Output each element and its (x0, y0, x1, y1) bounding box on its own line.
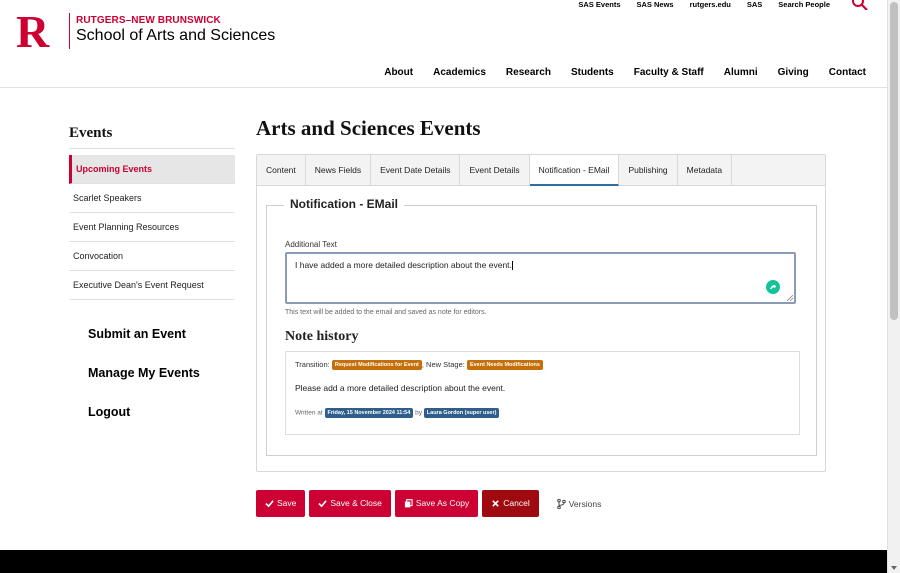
transition-badge: Request Modifications for Event (331, 360, 422, 371)
save-button[interactable]: Save (256, 490, 306, 517)
brand-top-line[interactable]: RUTGERS–NEW BRUNSWICK (76, 15, 221, 26)
utility-nav: SAS Events SAS News rutgers.edu SAS Sear… (578, 0, 868, 10)
save-close-button-label: Save & Close (330, 498, 382, 508)
tab-publishing[interactable]: Publishing (619, 155, 678, 185)
brand-main-line[interactable]: School of Arts and Sciences (76, 27, 275, 45)
versions-label: Versions (568, 498, 602, 509)
fieldset-legend: Notification - EMail (284, 197, 404, 211)
sidebar-item-scarlet-speakers[interactable]: Scarlet Speakers (69, 184, 235, 213)
cancel-button[interactable]: Cancel (482, 490, 539, 517)
sidebar-links: Submit an Event Manage My Events Logout (88, 320, 200, 437)
save-button-label: Save (277, 498, 297, 508)
note-transition-line: Transition: Request Modifications for Ev… (295, 360, 543, 371)
page: R RUTGERS–NEW BRUNSWICK School of Arts a… (0, 0, 888, 573)
tab-metadata[interactable]: Metadata (678, 155, 733, 185)
vertical-scrollbar[interactable] (887, 0, 900, 573)
tab-event-details[interactable]: Event Details (460, 155, 530, 185)
note-history-title: Note history (285, 329, 359, 344)
site-header: R RUTGERS–NEW BRUNSWICK School of Arts a… (0, 0, 888, 88)
utility-link-search-people[interactable]: Search People (778, 0, 830, 9)
rutgers-logo-icon[interactable]: R (14, 9, 62, 51)
scrollbar-thumb[interactable] (890, 2, 898, 320)
sidebar-item-upcoming-events[interactable]: Upcoming Events (69, 155, 235, 184)
save-close-button[interactable]: Save & Close (309, 490, 391, 517)
versions-button[interactable]: Versions (556, 498, 602, 509)
nav-academics[interactable]: Academics (433, 67, 486, 78)
additional-text-field[interactable]: I have added a more detailed description… (285, 252, 796, 304)
text-caret (511, 261, 513, 271)
svg-text:R: R (16, 9, 50, 51)
utility-link-sas-events[interactable]: SAS Events (578, 0, 620, 9)
sidebar-item-convocation[interactable]: Convocation (69, 242, 235, 271)
additional-text-value: I have added a more detailed description… (295, 260, 512, 270)
check-icon (318, 500, 328, 508)
tab-content[interactable]: Content (257, 155, 306, 185)
by-label: by (415, 409, 422, 417)
manage-events-link[interactable]: Manage My Events (88, 359, 200, 398)
search-icon[interactable] (852, 0, 868, 10)
resize-handle-icon[interactable] (787, 295, 793, 301)
logout-link[interactable]: Logout (88, 398, 200, 437)
additional-text-label: Additional Text (285, 240, 337, 249)
tab-notification-email[interactable]: Notification - EMail (529, 155, 620, 186)
save-as-copy-button[interactable]: Save As Copy (394, 490, 479, 517)
main-content: Arts and Sciences Events Content News Fi… (256, 113, 826, 472)
stage-label: , New Stage: (421, 360, 465, 369)
close-icon (492, 500, 500, 507)
edit-tabs-panel: Content News Fields Event Date Details E… (256, 154, 826, 472)
written-label: Written at (295, 409, 323, 417)
author-badge: Laura Gordon (super user) (423, 408, 500, 418)
written-date-badge: Friday, 15 November 2024 11:54 (324, 408, 414, 418)
note-meta-line: Written at Friday, 15 November 2024 11:5… (295, 408, 500, 418)
tab-event-date-details[interactable]: Event Date Details (371, 155, 461, 185)
utility-link-sas[interactable]: SAS (747, 0, 762, 9)
copy-icon (404, 499, 413, 508)
additional-text-help: This text will be added to the email and… (285, 309, 487, 316)
nav-faculty-staff[interactable]: Faculty & Staff (634, 67, 704, 78)
save-as-copy-button-label: Save As Copy (415, 498, 470, 508)
utility-link-sas-news[interactable]: SAS News (637, 0, 674, 9)
nav-contact[interactable]: Contact (829, 67, 866, 78)
nav-about[interactable]: About (384, 67, 413, 78)
submit-event-link[interactable]: Submit an Event (88, 320, 200, 359)
transition-label: Transition: (295, 360, 330, 369)
grammarly-icon[interactable] (766, 280, 780, 294)
tab-news-fields[interactable]: News Fields (306, 155, 372, 185)
nav-students[interactable]: Students (571, 67, 614, 78)
scroll-down-arrow-icon[interactable] (891, 566, 897, 570)
sidebar-item-event-planning-resources[interactable]: Event Planning Resources (69, 213, 235, 242)
utility-link-rutgers[interactable]: rutgers.edu (690, 0, 731, 9)
sidebar-item-executive-dean-request[interactable]: Executive Dean's Event Request (69, 271, 235, 300)
form-actions: Save Save & Close Save As Copy Cancel Ve… (256, 490, 601, 517)
sidebar: Events Upcoming Events Scarlet Speakers … (69, 125, 235, 300)
note-message: Please add a more detailed description a… (295, 383, 506, 393)
check-icon (265, 500, 274, 508)
note-history-entry: Transition: Request Modifications for Ev… (285, 351, 800, 435)
page-title: Arts and Sciences Events (256, 116, 481, 140)
notification-fieldset: Notification - EMail Additional Text I h… (266, 197, 817, 456)
nav-research[interactable]: Research (506, 67, 551, 78)
site-footer (0, 550, 888, 573)
sidebar-title: Events (69, 125, 235, 149)
stage-badge: Event Needs Modifications (466, 360, 543, 371)
sidebar-menu: Upcoming Events Scarlet Speakers Event P… (69, 155, 235, 300)
branch-icon (556, 498, 566, 509)
nav-alumni[interactable]: Alumni (724, 67, 758, 78)
tab-bar: Content News Fields Event Date Details E… (257, 155, 825, 186)
cancel-button-label: Cancel (503, 498, 530, 508)
nav-giving[interactable]: Giving (778, 67, 809, 78)
main-nav: About Academics Research Students Facult… (384, 67, 866, 78)
brand-divider (69, 13, 70, 49)
